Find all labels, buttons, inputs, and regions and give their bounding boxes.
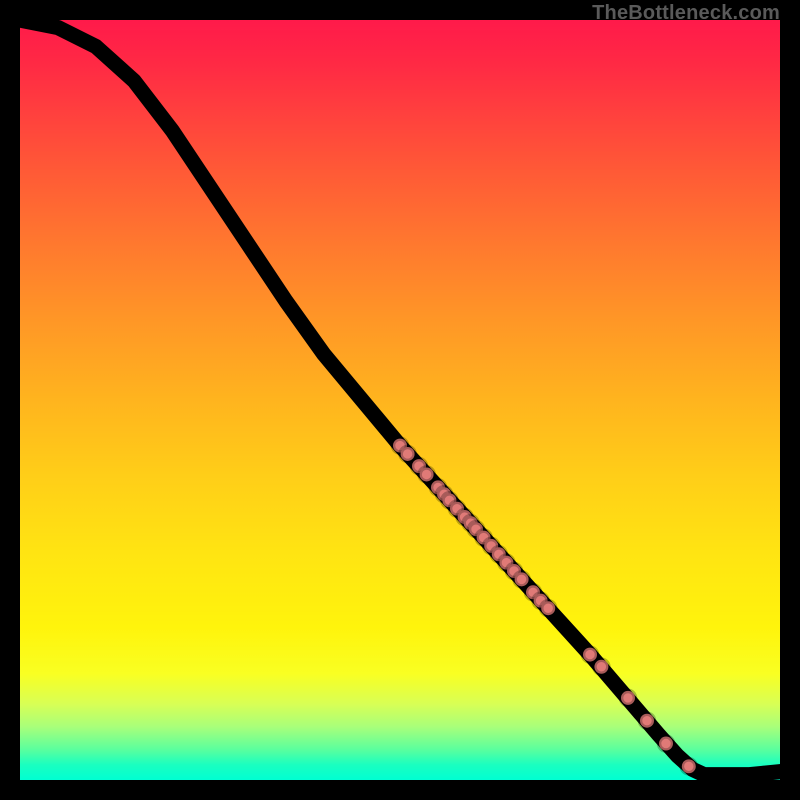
chart-overlay [20, 20, 780, 780]
data-points-group [393, 439, 696, 774]
data-point [621, 691, 635, 705]
data-point [583, 648, 597, 662]
data-point [541, 601, 555, 615]
data-point [659, 737, 673, 751]
data-point [594, 660, 608, 674]
data-point [640, 714, 654, 728]
chart-stage: TheBottleneck.com [0, 0, 800, 800]
bottleneck-curve [20, 20, 780, 775]
data-point [420, 467, 434, 481]
data-point [515, 572, 529, 586]
data-point [682, 759, 696, 773]
data-point [401, 447, 415, 461]
